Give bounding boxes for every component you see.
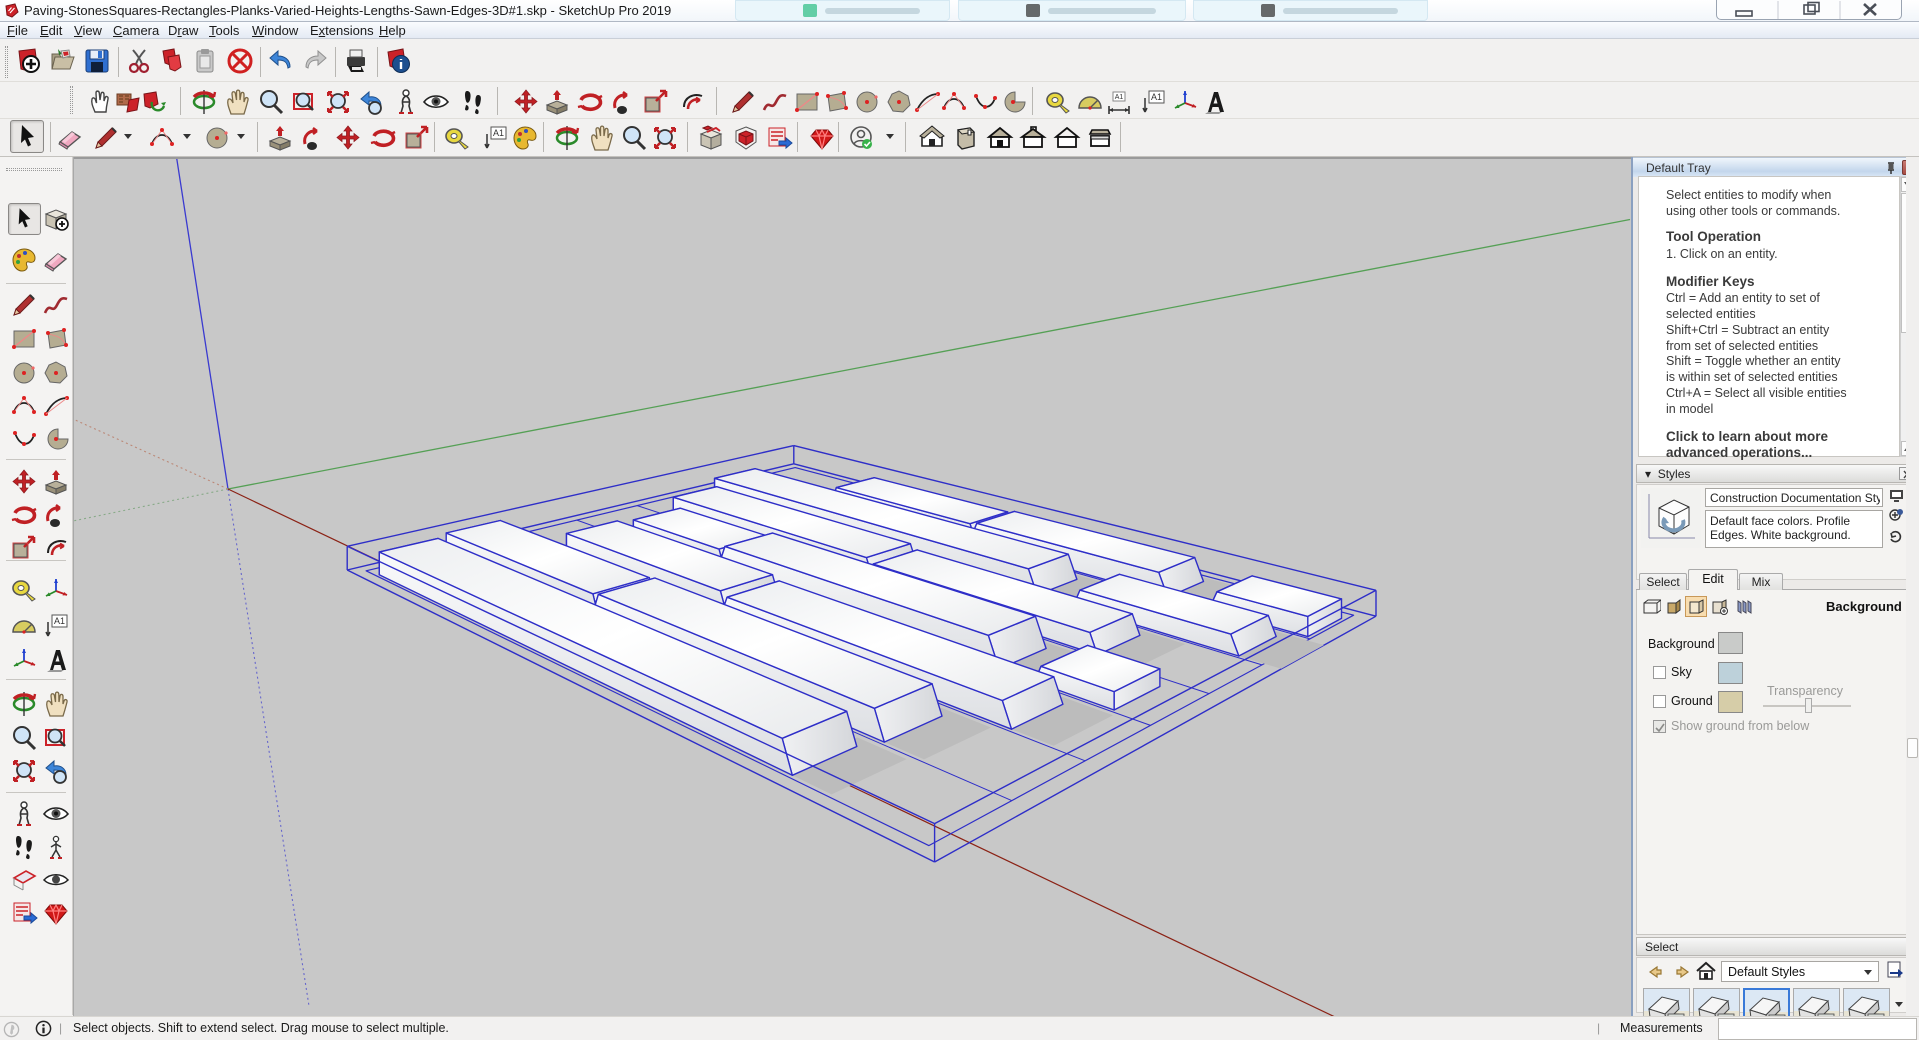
svg-text:A1: A1 bbox=[1115, 94, 1124, 101]
svg-text:A1: A1 bbox=[493, 128, 504, 138]
svg-text:A1: A1 bbox=[54, 616, 65, 626]
svg-text:A1: A1 bbox=[1151, 92, 1162, 102]
